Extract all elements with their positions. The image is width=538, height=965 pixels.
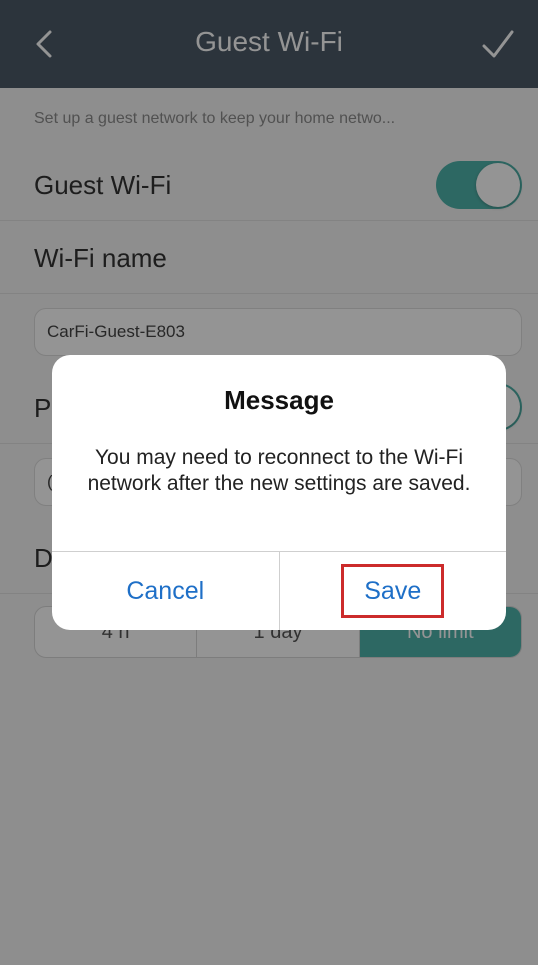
dialog-actions: Cancel Save: [52, 551, 506, 630]
save-label: Save: [341, 564, 445, 618]
message-dialog: Message You may need to reconnect to the…: [52, 355, 506, 630]
cancel-button[interactable]: Cancel: [52, 552, 280, 630]
guest-wifi-screen: Guest Wi-Fi Set up a guest network to ke…: [0, 0, 538, 965]
dialog-message: You may need to reconnect to the Wi-Fi n…: [87, 446, 471, 495]
save-button[interactable]: Save: [280, 552, 507, 630]
dialog-title: Message: [224, 385, 334, 415]
cancel-label: Cancel: [126, 576, 205, 605]
